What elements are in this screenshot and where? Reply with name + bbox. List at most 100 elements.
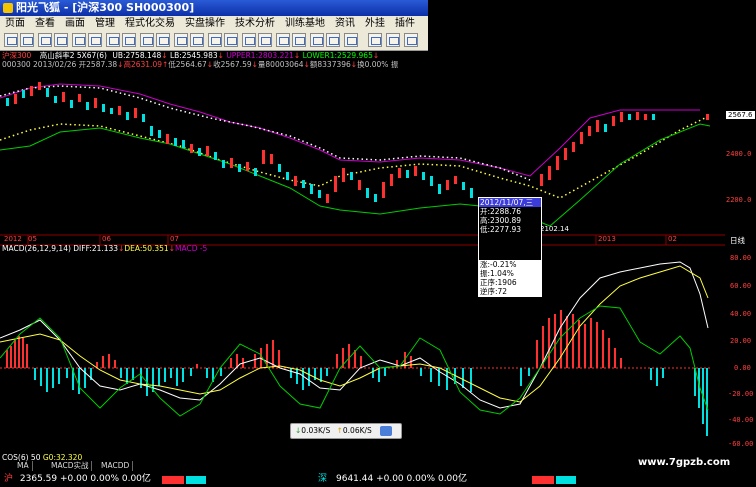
menu-item-plugin[interactable]: 插件	[390, 16, 420, 31]
menu-item-screen[interactable]: 画面	[60, 16, 90, 31]
toolbar-button-15[interactable]	[242, 33, 256, 47]
sh-index-value: 2365.59 +0.00 0.00% 0.00亿	[19, 474, 151, 484]
index-name: 沪深300	[2, 51, 32, 60]
network-speed-widget[interactable]: ↓0.03K/S ↑0.06K/S	[290, 423, 402, 439]
toolbar-button-9[interactable]	[140, 33, 154, 47]
macd-info-line: MACD(26,12,9,14) DIFF:21.133↓DEA:50.351↓…	[2, 244, 208, 253]
watermark: www.7gpzb.com	[638, 457, 731, 468]
macd-axis-40: 40.00	[730, 310, 752, 318]
tooltip-open: 开:2288.76	[480, 207, 522, 216]
menu-item-news[interactable]: 资讯	[330, 16, 360, 31]
lb-value: LB:2545.983	[169, 51, 218, 60]
toolbar	[0, 31, 428, 51]
macd-axis-20: 20.00	[730, 337, 752, 345]
macd-axis-neg20: -20.00	[728, 390, 754, 398]
lower-band-line	[0, 123, 711, 227]
app-icon	[3, 3, 13, 13]
status-bar: 沪 2365.59 +0.00 0.00% 0.00亿 深 9641.44 +0…	[0, 472, 756, 487]
toolbar-button-20[interactable]	[326, 33, 340, 47]
macd-axis-80: 80.00	[730, 254, 752, 262]
toolbar-button-17[interactable]	[276, 33, 290, 47]
date-label-06: 06	[102, 235, 111, 243]
menu-item-view[interactable]: 查看	[30, 16, 60, 31]
date-label-05: 05	[28, 235, 37, 243]
toolbar-button-8[interactable]	[122, 33, 136, 47]
window-title: 阳光飞狐 - [沪深300 SH000300]	[16, 1, 195, 14]
sz-index-value: 9641.44 +0.00 0.00% 0.00亿	[336, 474, 468, 484]
sz-up-bar	[532, 476, 554, 484]
toolbar-button-1[interactable]	[4, 33, 18, 47]
tab-macd-practice[interactable]: MACD实战	[48, 461, 93, 471]
candle-tooltip: 2012/11/07,三 开:2288.76 高:2300.89 低:2277.…	[478, 197, 542, 297]
toolbar-button-13[interactable]	[208, 33, 222, 47]
sh-index-label: 沪	[4, 474, 14, 484]
ub-value: UB:2758.148	[112, 51, 162, 60]
toolbar-button-11[interactable]	[174, 33, 188, 47]
tooltip-change: 涨:-0.21%	[480, 260, 517, 269]
toolbar-button-7[interactable]	[106, 33, 120, 47]
tooltip-high: 高:2300.89	[480, 216, 522, 225]
toolbar-button-12[interactable]	[190, 33, 204, 47]
toolbar-button-6[interactable]	[88, 33, 102, 47]
toolbar-button-4[interactable]	[54, 33, 68, 47]
macd-axis-60: 60.00	[730, 282, 752, 290]
sh-up-bar	[162, 476, 184, 484]
upload-speed: 0.06K/S	[342, 426, 372, 435]
menu-item-tech-analysis[interactable]: 技术分析	[230, 16, 280, 31]
tooltip-blank	[479, 235, 541, 259]
overlay-info-line: 沪深300 高山斜率2 5X67(6) UB:2758.148↓ LB:2545…	[2, 51, 380, 60]
date-label-07: 07	[170, 235, 179, 243]
tooltip-positive: 正序:1906	[480, 278, 517, 287]
tooltip-negative: 逆序:72	[480, 287, 508, 296]
sh-down-bar	[186, 476, 206, 484]
download-speed: 0.03K/S	[301, 426, 331, 435]
tooltip-stats: 涨:-0.21% 振:1.04% 正序:1906 逆序:72	[479, 260, 541, 296]
date-label-02: 02	[668, 235, 677, 243]
toolbar-button-10[interactable]	[156, 33, 170, 47]
date-label-2013: 2013	[598, 235, 616, 243]
menu-item-training[interactable]: 训练基地	[280, 16, 330, 31]
tab-macdd[interactable]: MACDD	[98, 461, 134, 471]
price-axis-label-2400: 2400.0	[726, 150, 752, 158]
macd-diff-value: DIFF:21.133	[73, 244, 119, 253]
toolbar-button-16[interactable]	[258, 33, 272, 47]
toolbar-button-18[interactable]	[292, 33, 306, 47]
tooltip-amplitude: 振:1.04%	[480, 269, 514, 278]
toolbar-button-3[interactable]	[38, 33, 52, 47]
menu-item-program-trade[interactable]: 程式化交易	[120, 16, 180, 31]
toolbar-button-21[interactable]	[344, 33, 358, 47]
lower-value: LOWER1:2529.965	[302, 51, 373, 60]
indicator-name: 高山斜率2 5X67(6)	[39, 51, 107, 60]
title-bar: 阳光飞狐 - [沪深300 SH000300]	[0, 0, 428, 16]
min-price-label: 2102.14	[540, 225, 569, 233]
macd-dea-line	[0, 265, 709, 403]
tooltip-low: 低:2277.93	[480, 225, 522, 233]
menu-item-live-trade[interactable]: 实盘操作	[180, 16, 230, 31]
toolbar-button-2[interactable]	[20, 33, 34, 47]
upper-band-line	[0, 83, 700, 177]
macd-axis-neg40: -40.00	[728, 416, 754, 424]
toolbar-button-14[interactable]	[224, 33, 238, 47]
tab-ma[interactable]: MA	[14, 461, 33, 471]
upper-value: UPPER1:2803.221	[226, 51, 294, 60]
menu-item-page[interactable]: 页面	[0, 16, 30, 31]
draw-line-tool-icon[interactable]	[368, 33, 382, 47]
toolbar-button-5[interactable]	[72, 33, 86, 47]
speed-widget-icon[interactable]	[380, 426, 393, 436]
macd-diff-line	[0, 261, 709, 409]
period-label[interactable]: 日线	[730, 235, 745, 246]
sz-down-bar	[556, 476, 576, 484]
menu-bar: 页面查看画面管理程式化交易实盘操作技术分析训练基地资讯外挂插件窗	[0, 16, 428, 44]
macd-axis-0: 0.00	[734, 364, 751, 372]
sz-index-label: 深	[318, 474, 328, 484]
chart-canvas[interactable]	[0, 68, 725, 452]
menu-item-manage[interactable]: 管理	[90, 16, 120, 31]
macd-dea-value: DEA:50.351	[124, 244, 169, 253]
menu-item-addon[interactable]: 外挂	[360, 16, 390, 31]
last-price-tag: 2567.6	[726, 111, 755, 119]
macd-value: MACD -5	[174, 244, 208, 253]
draw-tool-2-icon[interactable]	[386, 33, 400, 47]
candles	[6, 82, 709, 203]
draw-tool-3-icon[interactable]	[404, 33, 418, 47]
toolbar-button-19[interactable]	[310, 33, 324, 47]
